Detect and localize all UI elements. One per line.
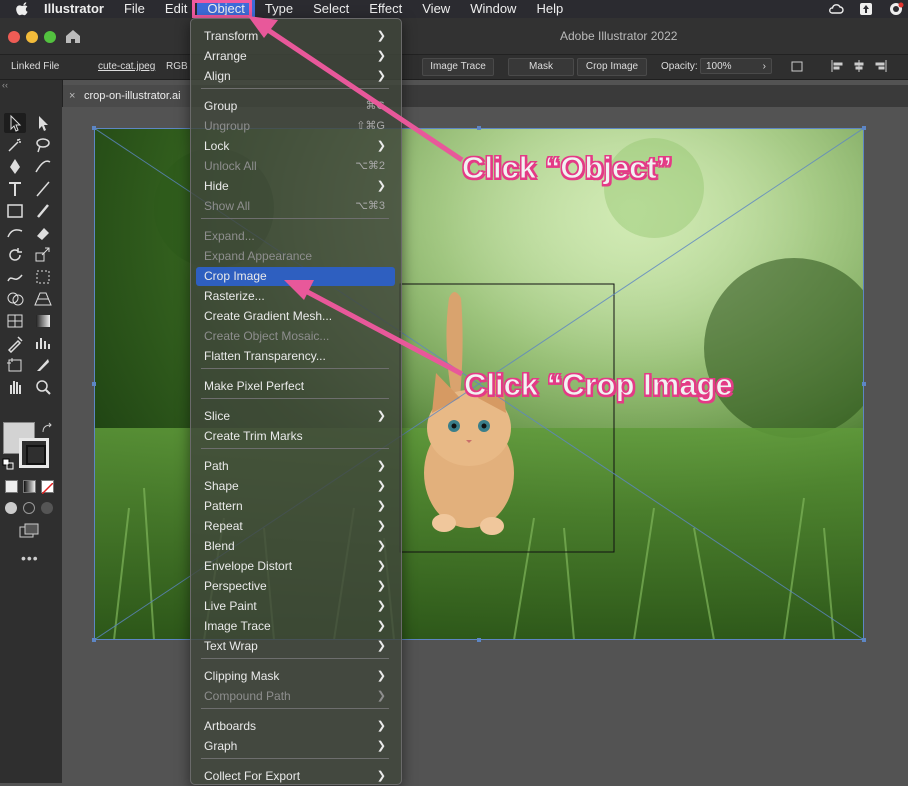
annotation-arrows <box>248 16 464 377</box>
arrow-head-icon <box>284 280 314 300</box>
